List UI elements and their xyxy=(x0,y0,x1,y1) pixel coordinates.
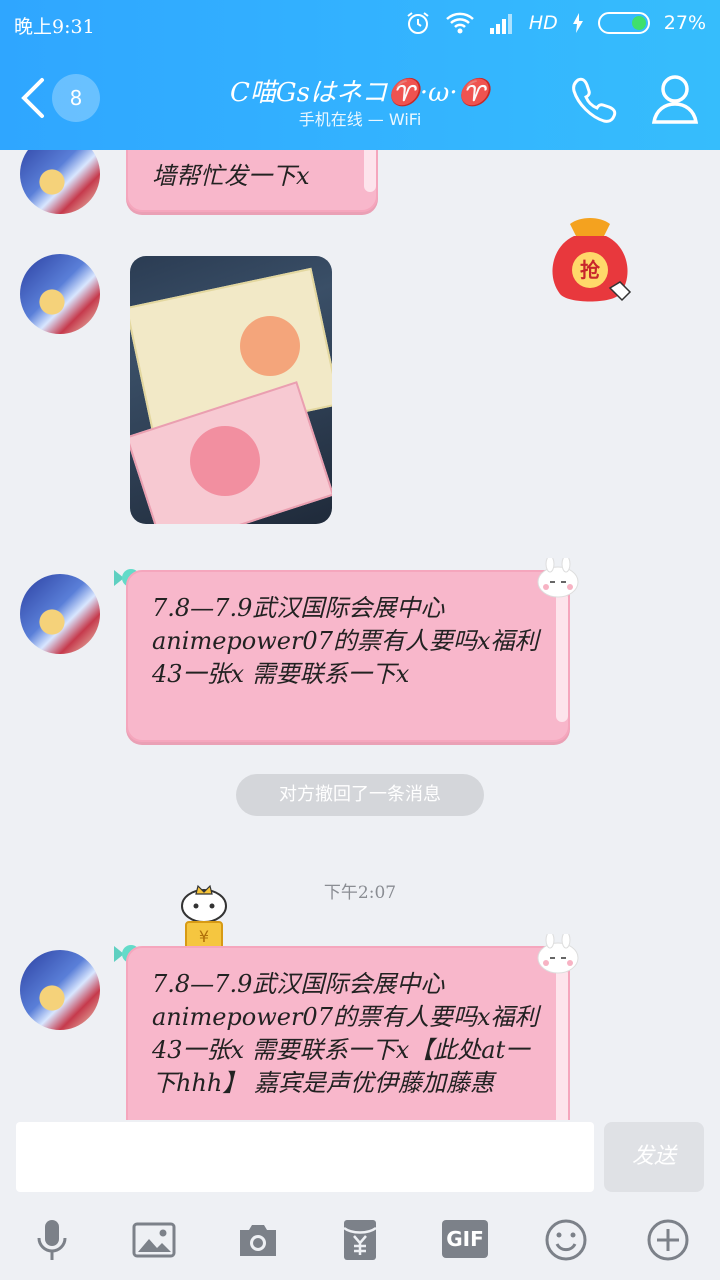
add-plus-icon[interactable] xyxy=(646,1218,690,1262)
signal-icon xyxy=(489,14,512,34)
battery-percent: 27% xyxy=(663,12,706,34)
unread-count-badge[interactable]: 8 xyxy=(52,74,100,122)
send-button[interactable]: 发送 xyxy=(604,1122,704,1192)
mascot-coin-icon: ¥ xyxy=(181,884,227,951)
bunny-decoration-icon xyxy=(537,558,579,598)
message-bubble[interactable]: 7.8—7.9武汉国际会展中心animepower07的票有人要吗x福利43一张… xyxy=(126,946,570,1120)
red-packet-bag-icon[interactable]: 抢 xyxy=(540,214,640,310)
phone-call-icon[interactable] xyxy=(568,74,620,126)
message-bubble[interactable]: 7.8—7.9武汉国际会展中心animepower07的票有人要吗x福利43一张… xyxy=(126,570,570,742)
bubble-edge xyxy=(556,968,568,1120)
red-packet-label: 抢 xyxy=(580,258,601,282)
chat-header: 晚上9:31 HD 27% 8 C喵Gsはネコ♈·ω·♈ 手机在线 — WiFi xyxy=(0,0,720,150)
status-icons: HD 27% xyxy=(405,10,706,36)
recalled-message-notice: 对方撤回了一条消息 xyxy=(236,774,484,816)
image-icon[interactable] xyxy=(132,1218,176,1262)
photo-message[interactable] xyxy=(130,256,332,524)
input-toolbar: GIF xyxy=(0,1200,720,1280)
message-text: 7.8—7.9武汉国际会展中心animepower07的票有人要吗x福利43一张… xyxy=(152,594,539,688)
bunny-decoration-icon xyxy=(537,934,579,974)
avatar[interactable] xyxy=(20,150,100,214)
avatar[interactable] xyxy=(20,254,100,334)
mascot-label: ¥ xyxy=(199,927,209,946)
avatar[interactable] xyxy=(20,574,100,654)
message-timestamp: 下午2:07 xyxy=(323,883,397,903)
illustration xyxy=(190,426,260,496)
message-text: 7.8—7.9武汉国际会展中心animepower07的票有人要吗x福利43一张… xyxy=(152,970,539,1097)
back-arrow-icon[interactable] xyxy=(16,76,52,120)
network-type: HD xyxy=(528,12,558,34)
message-text: 墙帮忙发一下x xyxy=(152,162,310,190)
avatar[interactable] xyxy=(20,950,100,1030)
navbar: 8 C喵Gsはネコ♈·ω·♈ 手机在线 — WiFi xyxy=(0,48,720,148)
online-status: 手机在线 — WiFi xyxy=(298,110,422,129)
microphone-icon[interactable] xyxy=(30,1218,74,1262)
emoji-icon[interactable] xyxy=(544,1218,588,1262)
charging-icon xyxy=(572,13,583,33)
bubble-edge xyxy=(364,150,376,192)
illustration xyxy=(240,316,300,376)
camera-icon[interactable] xyxy=(236,1218,280,1262)
input-bar: 发送 xyxy=(0,1120,720,1200)
chat-area[interactable]: 墙帮忙发一下x 抢 7.8—7.9武汉国际会展中心animepower07的票有… xyxy=(0,150,720,1120)
status-bar: 晚上9:31 HD 27% xyxy=(0,0,720,48)
message-input[interactable] xyxy=(16,1122,594,1192)
bubble-edge xyxy=(556,592,568,722)
alarm-icon xyxy=(407,12,429,34)
gif-button[interactable]: GIF xyxy=(442,1220,488,1258)
wifi-icon xyxy=(445,12,474,34)
profile-icon[interactable] xyxy=(650,72,700,126)
contact-name[interactable]: C喵Gsはネコ♈·ω·♈ xyxy=(150,72,570,109)
message-bubble[interactable]: 墙帮忙发一下x xyxy=(126,150,378,212)
status-time: 晚上9:31 xyxy=(14,16,95,38)
battery-icon xyxy=(597,12,650,34)
red-envelope-icon[interactable] xyxy=(338,1218,382,1262)
